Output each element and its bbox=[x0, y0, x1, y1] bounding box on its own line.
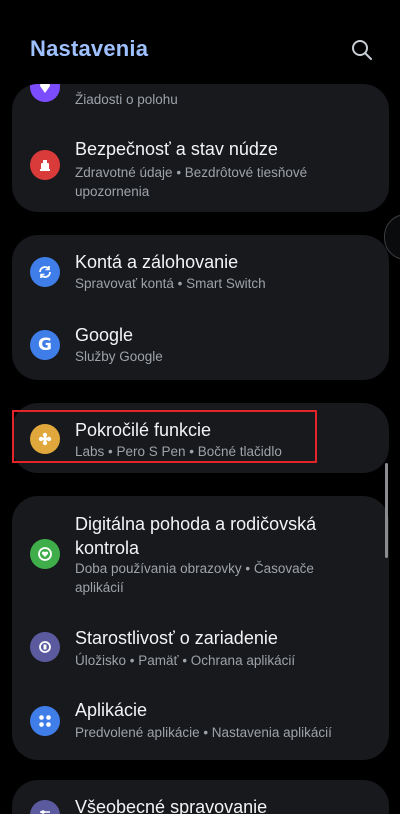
item-subtitle: upozornenia bbox=[75, 184, 150, 199]
settings-screen: Žiadosti o polohu Bezpečnosť a stav núdz… bbox=[0, 0, 400, 814]
item-subtitle: Predvolené aplikácie • Nastavenia apliká… bbox=[75, 725, 332, 740]
item-title: Bezpečnosť a stav núdze bbox=[75, 139, 278, 159]
sync-icon bbox=[30, 257, 60, 287]
settings-item-safety-emergency[interactable]: Bezpečnosť a stav núdze Zdravotné údaje … bbox=[12, 132, 389, 212]
general-management-icon bbox=[30, 800, 60, 814]
item-subtitle: Zdravotné údaje • Bezdrôtové tiesňové bbox=[75, 165, 308, 180]
item-subtitle: Služby Google bbox=[75, 349, 163, 364]
settings-item-location-requests[interactable]: Žiadosti o polohu bbox=[12, 84, 389, 116]
location-icon bbox=[30, 84, 60, 102]
settings-item-google[interactable]: G Google Služby Google bbox=[12, 308, 389, 380]
item-title: Aplikácie bbox=[75, 700, 148, 720]
settings-item-apps[interactable]: Aplikácie Predvolené aplikácie • Nastave… bbox=[12, 686, 389, 760]
device-care-icon bbox=[30, 632, 60, 662]
item-title: Kontá a zálohovanie bbox=[75, 252, 239, 272]
page-title: Nastavenia bbox=[30, 36, 149, 61]
item-subtitle: Spravovať kontá • Smart Switch bbox=[75, 276, 266, 291]
item-title: Digitálna pohoda a rodičovská bbox=[75, 514, 317, 534]
scrollbar-thumb[interactable] bbox=[385, 463, 388, 558]
settings-item-accounts-backup[interactable]: Kontá a zálohovanie Spravovať kontá • Sm… bbox=[12, 235, 389, 307]
settings-card-accounts: Kontá a zálohovanie Spravovať kontá • Sm… bbox=[12, 235, 389, 380]
settings-card-security: Žiadosti o polohu Bezpečnosť a stav núdz… bbox=[12, 84, 389, 212]
settings-item-general-management[interactable]: Všeobecné spravovanie bbox=[12, 780, 389, 814]
item-subtitle: Úložisko • Pamäť • Ochrana aplikácií bbox=[75, 653, 296, 668]
item-subtitle: Doba používania obrazovky • Časovače bbox=[75, 561, 314, 576]
emergency-icon bbox=[30, 150, 60, 180]
settings-item-device-care[interactable]: Starostlivosť o zariadenie Úložisko • Pa… bbox=[12, 612, 389, 686]
item-subtitle: Žiadosti o polohu bbox=[75, 92, 178, 107]
settings-card-general: Všeobecné spravovanie bbox=[12, 780, 389, 814]
item-subtitle: aplikácií bbox=[75, 580, 124, 595]
item-title: Google bbox=[75, 325, 134, 345]
highlight-box bbox=[12, 410, 317, 463]
settings-card-wellbeing: Digitálna pohoda a rodičovská kontrola D… bbox=[12, 496, 389, 760]
google-icon: G bbox=[30, 330, 60, 360]
item-title: Všeobecné spravovanie bbox=[75, 797, 268, 814]
item-title: kontrola bbox=[75, 538, 140, 558]
apps-icon bbox=[30, 706, 60, 736]
app-header: Nastavenia bbox=[0, 0, 400, 84]
search-icon[interactable] bbox=[350, 38, 374, 62]
digital-wellbeing-icon bbox=[30, 539, 60, 569]
item-title: Starostlivosť o zariadenie bbox=[75, 628, 278, 648]
settings-item-digital-wellbeing[interactable]: Digitálna pohoda a rodičovská kontrola D… bbox=[12, 496, 389, 612]
